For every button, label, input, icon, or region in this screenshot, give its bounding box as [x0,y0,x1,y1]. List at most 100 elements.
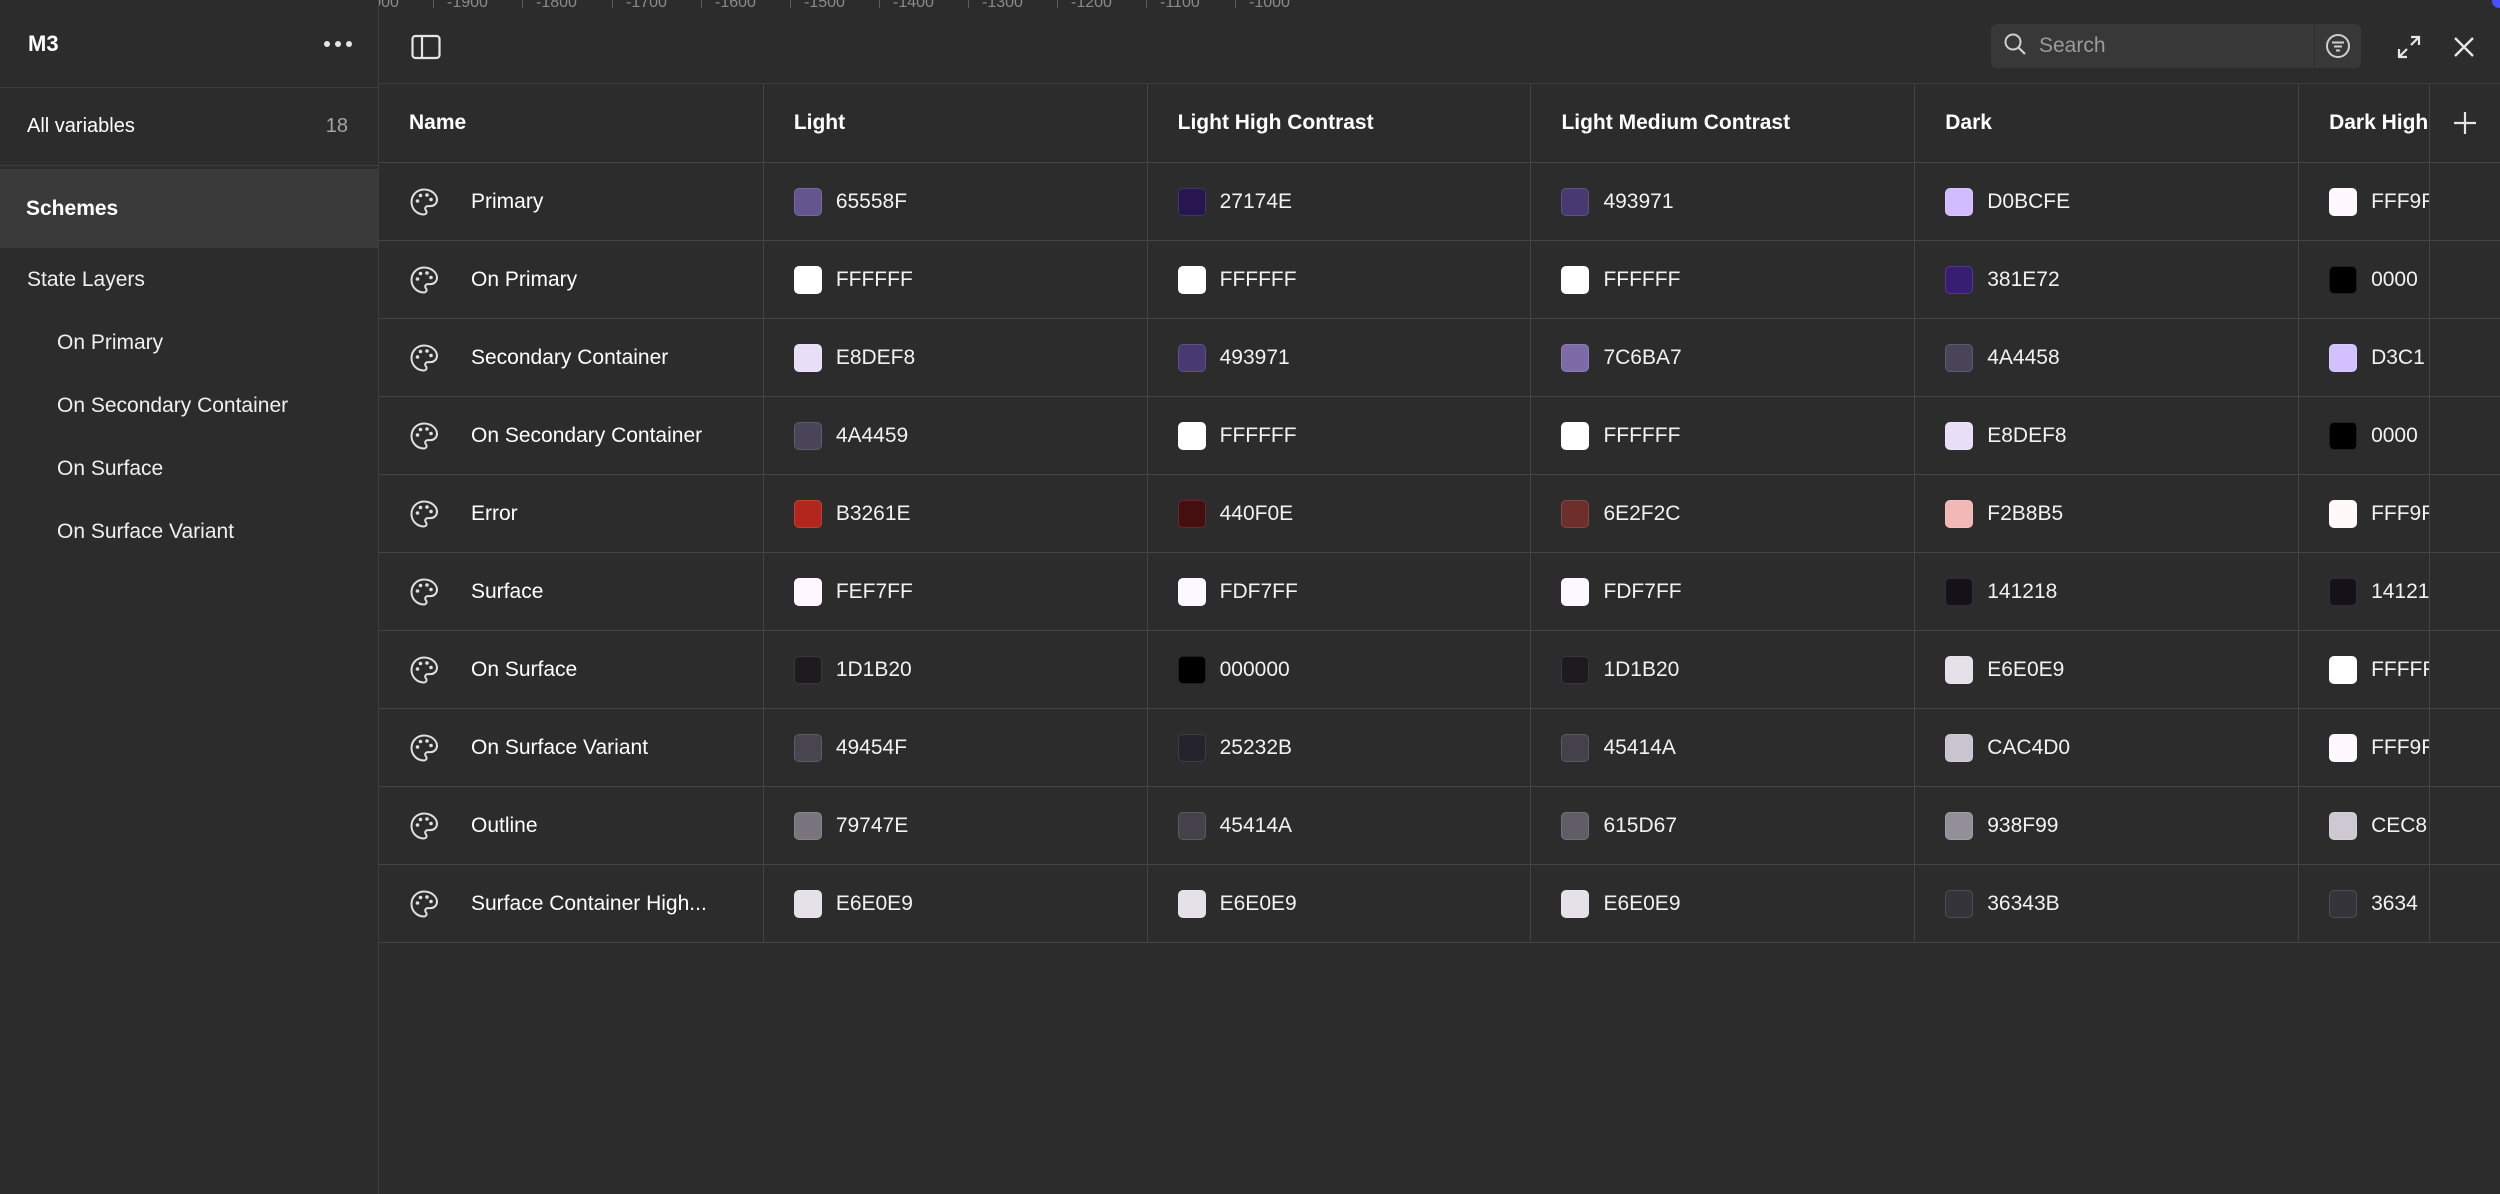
color-value-cell[interactable]: 381E72 [1915,241,2300,318]
color-value-cell[interactable]: 49454F [764,709,1148,786]
variable-name-cell[interactable]: Secondary Container [379,319,764,396]
color-swatch[interactable] [1177,265,1206,294]
color-swatch[interactable] [1561,811,1590,840]
color-value-cell[interactable]: CAC4D0 [1915,709,2300,786]
color-value-cell[interactable]: 440F0E [1148,475,1532,552]
color-swatch[interactable] [1945,889,1974,918]
search-input[interactable] [2037,33,2301,59]
sidebar-item-on-secondary-container[interactable]: On Secondary Container [0,374,378,437]
color-swatch[interactable] [1945,421,1974,450]
color-swatch[interactable] [2329,187,2358,216]
color-value-cell[interactable]: 6E2F2C [1531,475,1916,552]
color-value-cell[interactable]: 0000 [2299,397,2431,474]
table-row[interactable]: Surface Container High... E6E0E9 E6E0E9 E6E… [379,865,2500,943]
color-swatch[interactable] [1561,655,1590,684]
table-row[interactable]: On Surface Variant 49454F 25232B 45414A CAC4… [379,709,2500,787]
color-value-cell[interactable]: FFFFFF [1148,241,1532,318]
sidebar-item-on-surface-variant[interactable]: On Surface Variant [0,500,378,563]
color-value-cell[interactable]: FFF9F [2299,163,2431,240]
variable-name-cell[interactable]: On Primary [379,241,764,318]
color-swatch[interactable] [1945,577,1974,606]
color-swatch[interactable] [793,343,822,372]
color-swatch[interactable] [1945,733,1974,762]
column-header-dark-high[interactable]: Dark High [2299,84,2431,162]
sidebar-group-state-layers[interactable]: State Layers [0,248,378,311]
variable-name-cell[interactable]: On Secondary Container [379,397,764,474]
close-icon[interactable] [2447,30,2481,64]
color-value-cell[interactable]: 0000 [2299,241,2431,318]
color-value-cell[interactable]: CEC8 [2299,787,2431,864]
color-value-cell[interactable]: 7C6BA7 [1531,319,1916,396]
color-value-cell[interactable]: E6E0E9 [1915,631,2300,708]
color-swatch[interactable] [1177,343,1206,372]
color-value-cell[interactable]: B3261E [764,475,1148,552]
variable-name-cell[interactable]: On Surface [379,631,764,708]
collection-title[interactable]: M3 [28,31,59,57]
color-value-cell[interactable]: 493971 [1148,319,1532,396]
color-swatch[interactable] [1945,187,1974,216]
color-swatch[interactable] [1561,343,1590,372]
color-value-cell[interactable]: E6E0E9 [1148,865,1532,942]
color-value-cell[interactable]: FDF7FF [1531,553,1916,630]
color-swatch[interactable] [1945,343,1974,372]
color-swatch[interactable] [1177,655,1206,684]
color-swatch[interactable] [2329,499,2358,528]
color-swatch[interactable] [793,577,822,606]
color-swatch[interactable] [2329,811,2358,840]
color-value-cell[interactable]: FFFFF [2299,631,2431,708]
color-value-cell[interactable]: 4A4459 [764,397,1148,474]
color-value-cell[interactable]: 25232B [1148,709,1532,786]
color-value-cell[interactable]: 938F99 [1915,787,2300,864]
color-swatch[interactable] [1177,811,1206,840]
color-swatch[interactable] [1945,811,1974,840]
color-value-cell[interactable]: FFF9F [2299,475,2431,552]
column-header-light-medium-contrast[interactable]: Light Medium Contrast [1531,84,1916,162]
color-value-cell[interactable]: FFFFFF [1531,241,1916,318]
color-swatch[interactable] [1945,655,1974,684]
variable-name-cell[interactable]: Primary [379,163,764,240]
color-value-cell[interactable]: 36343B [1915,865,2300,942]
color-value-cell[interactable]: 493971 [1531,163,1916,240]
add-mode-icon[interactable] [2430,84,2500,162]
color-value-cell[interactable]: 79747E [764,787,1148,864]
color-swatch[interactable] [1561,889,1590,918]
color-value-cell[interactable]: FFFFFF [1148,397,1532,474]
color-value-cell[interactable]: E6E0E9 [1531,865,1916,942]
color-swatch[interactable] [793,811,822,840]
color-value-cell[interactable]: E8DEF8 [1915,397,2300,474]
color-swatch[interactable] [1945,265,1974,294]
color-swatch[interactable] [1177,187,1206,216]
color-value-cell[interactable]: FFF9F [2299,709,2431,786]
color-swatch[interactable] [1177,421,1206,450]
table-row[interactable]: Secondary Container E8DEF8 493971 7C6BA7 4A4… [379,319,2500,397]
color-swatch[interactable] [1561,577,1590,606]
color-swatch[interactable] [2329,889,2358,918]
table-row[interactable]: Primary 65558F 27174E 493971 D0BCFE FFF9F [379,163,2500,241]
color-value-cell[interactable]: 45414A [1148,787,1532,864]
color-swatch[interactable] [2329,343,2358,372]
color-value-cell[interactable]: 615D67 [1531,787,1916,864]
color-swatch[interactable] [793,655,822,684]
color-value-cell[interactable]: 1D1B20 [764,631,1148,708]
color-swatch[interactable] [1177,499,1206,528]
color-swatch[interactable] [793,265,822,294]
color-swatch[interactable] [1561,265,1590,294]
color-value-cell[interactable]: 45414A [1531,709,1916,786]
color-swatch[interactable] [1177,889,1206,918]
color-swatch[interactable] [1177,577,1206,606]
color-value-cell[interactable]: F2B8B5 [1915,475,2300,552]
color-value-cell[interactable]: D0BCFE [1915,163,2300,240]
color-swatch[interactable] [2329,733,2358,762]
color-swatch[interactable] [2329,577,2358,606]
table-row[interactable]: Outline 79747E 45414A 615D67 938F99 CEC8 [379,787,2500,865]
color-value-cell[interactable]: FFFFFF [1531,397,1916,474]
color-swatch[interactable] [1561,421,1590,450]
variable-name-cell[interactable]: Surface Container High... [379,865,764,942]
color-swatch[interactable] [2329,421,2358,450]
color-value-cell[interactable]: 4A4458 [1915,319,2300,396]
color-value-cell[interactable]: 65558F [764,163,1148,240]
sidebar-item-on-primary[interactable]: On Primary [0,311,378,374]
column-header-light-high-contrast[interactable]: Light High Contrast [1148,84,1532,162]
filter-icon[interactable] [2314,24,2361,68]
color-value-cell[interactable]: 141218 [1915,553,2300,630]
